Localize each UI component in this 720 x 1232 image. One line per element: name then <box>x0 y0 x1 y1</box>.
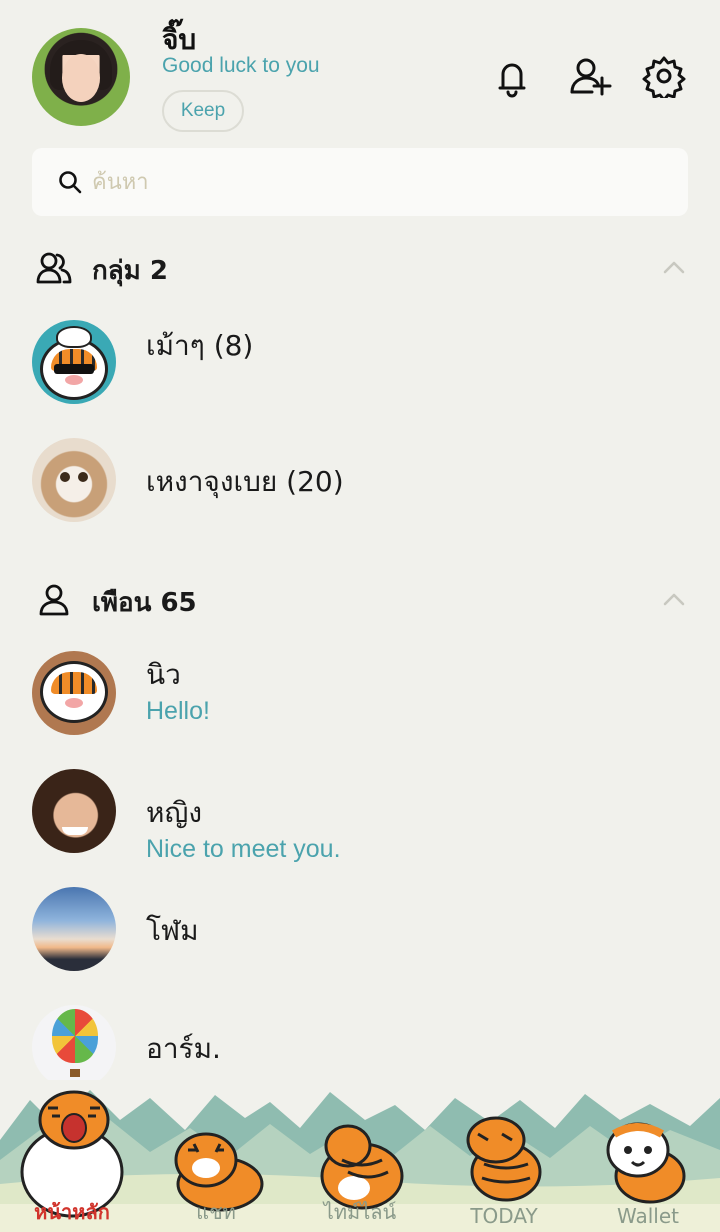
chevron-up-icon[interactable] <box>660 258 688 276</box>
groups-section-header[interactable]: กลุ่ม 2 <box>0 242 720 292</box>
tab-label: หน้าหลัก <box>34 1200 110 1224</box>
group-icon <box>36 252 72 284</box>
friend-avatar <box>32 651 116 735</box>
cat-eye-image <box>78 472 88 482</box>
friend-avatar <box>32 1005 116 1089</box>
friend-row[interactable]: โฬม <box>0 879 720 979</box>
friend-name: อาร์ม. <box>146 1032 221 1065</box>
hot-air-balloon-image <box>52 1009 98 1063</box>
person-icon <box>39 584 69 616</box>
chevron-up-icon[interactable] <box>660 590 688 608</box>
search-bar[interactable] <box>32 148 688 216</box>
tab-label: TODAY <box>470 1204 538 1228</box>
friend-status-message: Nice to meet you. <box>146 835 341 863</box>
friend-row[interactable]: นิว Hello! <box>0 643 720 743</box>
smile-image <box>62 827 88 835</box>
tab-label: แชท <box>196 1200 236 1224</box>
friend-avatar <box>32 887 116 971</box>
group-row[interactable]: เม้าๆ (8) <box>0 312 720 412</box>
settings-gear-icon[interactable] <box>642 54 686 98</box>
bottom-tab-bar: หน้าหลัก แชท ไทม์ไลน์ TODAY Wallet <box>0 1080 720 1232</box>
search-icon <box>59 171 82 194</box>
sunglasses-image <box>54 364 94 374</box>
keep-button[interactable]: Keep <box>162 90 244 132</box>
group-avatar <box>32 320 116 404</box>
friend-name: นิว <box>146 658 181 691</box>
avatar-face <box>62 54 100 102</box>
group-name: เม้าๆ (8) <box>146 329 254 362</box>
friends-section-header[interactable]: เพือน 65 <box>0 574 720 624</box>
groups-title: กลุ่ม 2 <box>92 256 168 286</box>
group-name: เหงาจุงเบย (20) <box>146 465 344 498</box>
profile-avatar[interactable] <box>32 28 130 126</box>
friends-title: เพือน 65 <box>92 588 197 618</box>
tab-label: ไทม์ไลน์ <box>323 1200 397 1224</box>
tab-timeline[interactable]: ไทม์ไลน์ <box>288 1080 432 1232</box>
add-friend-icon[interactable] <box>568 54 612 98</box>
group-avatar <box>32 438 116 522</box>
tab-label: Wallet <box>616 1204 679 1228</box>
tiger-sticker-image <box>40 661 108 723</box>
group-row[interactable]: เหงาจุงเบย (20) <box>0 430 720 530</box>
profile-status-message[interactable]: Good luck to you <box>162 54 320 78</box>
tab-chat[interactable]: แชท <box>144 1080 288 1232</box>
friend-row[interactable]: หญิง Nice to meet you. <box>0 761 720 863</box>
tab-today[interactable]: TODAY <box>432 1080 576 1232</box>
profile-header: จิ๊บ Good luck to you Keep <box>0 0 720 140</box>
small-tiger-image <box>56 326 92 348</box>
cat-eye-image <box>60 472 70 482</box>
friend-name: หญิง <box>146 796 202 829</box>
bell-icon[interactable] <box>490 54 534 98</box>
friend-status-message: Hello! <box>146 697 210 725</box>
balloon-basket-image <box>70 1069 80 1077</box>
friend-avatar <box>32 769 116 853</box>
friend-name: โฬม <box>146 914 199 947</box>
tab-wallet[interactable]: Wallet <box>576 1080 720 1232</box>
search-input[interactable] <box>92 160 652 204</box>
tab-home[interactable]: หน้าหลัก <box>0 1080 144 1232</box>
